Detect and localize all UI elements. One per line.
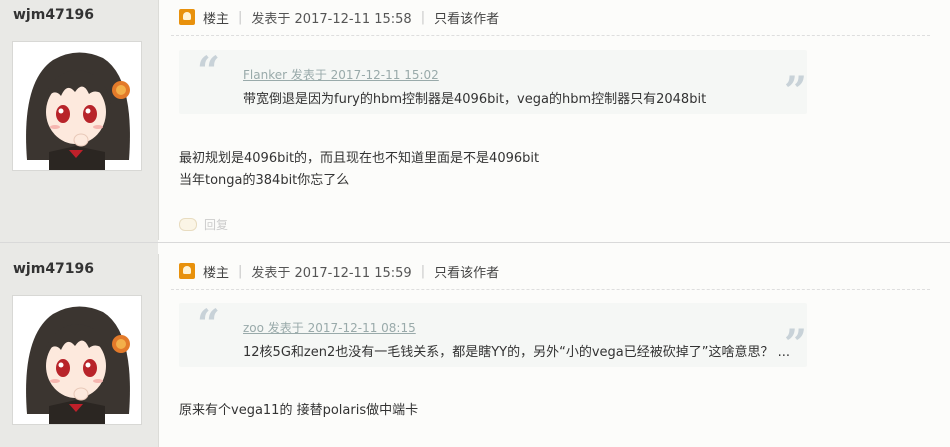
quote-text: 带宽倒退是因为fury的hbm控制器是4096bit，vega的hbm控制器只有… xyxy=(243,92,707,107)
author-name[interactable]: wjm47196 xyxy=(13,7,94,23)
avatar[interactable] xyxy=(12,295,142,425)
meta-divider: | xyxy=(238,9,243,25)
reply-icon xyxy=(179,218,197,231)
post-content: 楼主 | 发表于 2017-12-11 15:59 | 只看该作者 “ zoo … xyxy=(159,254,950,447)
meta-divider: | xyxy=(420,9,426,25)
quote-header[interactable]: Flanker 发表于 2017-12-11 15:02 xyxy=(243,66,439,83)
post-2: wjm47196 楼主 | 发表于 2017-12-11 15:59 | 只看该… xyxy=(0,254,950,447)
avatar-image xyxy=(13,42,141,170)
avatar-image xyxy=(13,296,141,424)
only-author-link[interactable]: 只看该作者 xyxy=(434,8,499,27)
author-name[interactable]: wjm47196 xyxy=(13,261,94,277)
meta-divider: | xyxy=(238,263,243,279)
post-body-line: 当年tonga的384bit你忘了么 xyxy=(179,173,350,188)
close-quote-icon: ” xyxy=(783,321,807,368)
separator-line xyxy=(0,242,950,243)
post-content: 楼主 | 发表于 2017-12-11 15:58 | 只看该作者 “ Flan… xyxy=(159,0,950,240)
post-meta: 楼主 | 发表于 2017-12-11 15:59 | 只看该作者 xyxy=(179,260,499,282)
only-author-link[interactable]: 只看该作者 xyxy=(434,262,499,281)
post-body-line: 原来有个vega11的 接替polaris做中端卡 xyxy=(179,403,419,418)
reply-button[interactable]: 回复 xyxy=(179,216,228,233)
louzhu-label: 楼主 xyxy=(203,11,230,27)
user-badge-icon xyxy=(179,263,195,279)
post-body-line: 最初规划是4096bit的，而且现在也不知道里面是不是4096bit xyxy=(179,151,540,166)
post-time: 发表于 2017-12-11 15:59 xyxy=(251,265,412,281)
meta-separator xyxy=(171,289,930,290)
author-sidebar: wjm47196 xyxy=(0,254,159,447)
post-body: 原来有个vega11的 接替polaris做中端卡 xyxy=(179,400,418,422)
post-1: wjm47196 楼主 | 发表于 2017-12-11 15:58 | 只看该… xyxy=(0,0,950,240)
close-quote-icon: ” xyxy=(783,68,807,115)
author-sidebar: wjm47196 xyxy=(0,0,159,240)
louzhu-label: 楼主 xyxy=(203,265,230,281)
post-meta: 楼主 | 发表于 2017-12-11 15:58 | 只看该作者 xyxy=(179,6,499,28)
post-time: 发表于 2017-12-11 15:58 xyxy=(251,11,412,27)
quote-header[interactable]: zoo 发表于 2017-12-11 08:15 xyxy=(243,319,416,336)
open-quote-icon: “ xyxy=(197,48,221,95)
user-badge-icon xyxy=(179,9,195,25)
post-body: 最初规划是4096bit的，而且现在也不知道里面是不是4096bit 当年ton… xyxy=(179,148,539,192)
quote-text: 12核5G和zen2也没有一毛钱关系，都是瞎YY的，另外“小的vega已经被砍掉… xyxy=(243,345,791,360)
meta-divider: | xyxy=(420,263,426,279)
open-quote-icon: “ xyxy=(197,301,221,348)
quote-block: “ zoo 发表于 2017-12-11 08:15 12核5G和zen2也没有… xyxy=(179,303,807,367)
post-separator xyxy=(0,240,950,254)
meta-separator xyxy=(171,35,930,36)
quote-block: “ Flanker 发表于 2017-12-11 15:02 带宽倒退是因为fu… xyxy=(179,50,807,114)
avatar[interactable] xyxy=(12,41,142,171)
reply-label: 回复 xyxy=(204,218,229,232)
